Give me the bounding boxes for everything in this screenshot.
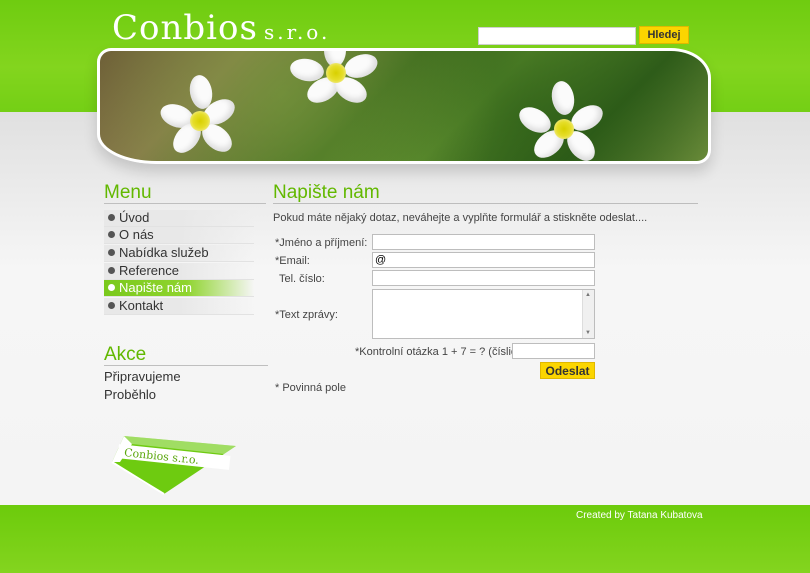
search-input[interactable] <box>478 27 636 45</box>
name-label: *Jméno a příjmení: <box>275 237 368 249</box>
menu-item-label: Reference <box>119 263 179 278</box>
scrollbar[interactable]: ▲ ▼ <box>582 290 594 338</box>
message-label: *Text zprávy: <box>275 309 338 321</box>
menu-item-label: Nabídka služeb <box>119 245 209 260</box>
scroll-up-icon[interactable]: ▲ <box>585 292 591 298</box>
menu-item-kontakt[interactable]: Kontakt <box>104 298 254 315</box>
akce-item-pripravujeme[interactable]: Připravujeme <box>104 369 181 384</box>
message-textarea[interactable]: ▲ ▼ <box>372 289 595 339</box>
menu-item-label: Úvod <box>119 210 150 225</box>
flower-image <box>157 73 240 161</box>
header-banner-image <box>97 48 711 164</box>
logo-main-text: Conbios <box>112 8 258 48</box>
logo-suffix-text: s.r.o. <box>263 20 331 44</box>
flower-image <box>288 51 381 115</box>
phone-field[interactable] <box>372 270 595 286</box>
menu-item-uvod[interactable]: Úvod <box>104 210 254 227</box>
menu-item-reference[interactable]: Reference <box>104 263 254 280</box>
menu-item-napiste-nam[interactable]: Napište nám <box>104 280 254 297</box>
submit-button[interactable]: Odeslat <box>540 362 595 379</box>
name-field[interactable] <box>372 234 595 250</box>
required-note: * Povinná pole <box>275 382 346 394</box>
intro-text: Pokud máte nějaký dotaz, neváhejte a vyp… <box>273 212 648 224</box>
akce-item-probehlo[interactable]: Proběhlo <box>104 387 156 402</box>
akce-title: Akce <box>104 344 147 365</box>
bullet-icon <box>108 231 115 238</box>
bullet-icon <box>108 284 115 291</box>
flower-image <box>514 79 608 161</box>
menu-item-nabidka-sluzeb[interactable]: Nabídka služeb <box>104 245 254 262</box>
divider <box>273 203 698 204</box>
bullet-icon <box>108 302 115 309</box>
captcha-label: *Kontrolní otázka 1 + 7 = ? (číslice) <box>355 346 527 358</box>
divider <box>104 203 266 204</box>
scroll-down-icon[interactable]: ▼ <box>585 330 591 336</box>
menu-item-o-nas[interactable]: O nás <box>104 227 254 244</box>
footer-credit: Created by Tatana Kubatova <box>576 510 703 521</box>
page-title: Napište nám <box>273 182 380 203</box>
bullet-icon <box>108 214 115 221</box>
search-button[interactable]: Hledej <box>639 26 689 44</box>
menu-item-label: Kontakt <box>119 298 164 313</box>
conbios-logo-image <box>111 436 236 495</box>
phone-label: Tel. číslo: <box>279 273 325 285</box>
bullet-icon <box>108 249 115 256</box>
menu-item-label: O nás <box>119 227 154 242</box>
captcha-field[interactable] <box>512 343 595 359</box>
email-label: *Email: <box>275 255 310 267</box>
menu-item-label: Napište nám <box>119 280 192 295</box>
email-field[interactable] <box>372 252 595 268</box>
divider <box>104 365 268 366</box>
menu-title: Menu <box>104 182 152 203</box>
site-logo[interactable]: Conbios s.r.o. <box>112 8 330 48</box>
bullet-icon <box>108 267 115 274</box>
